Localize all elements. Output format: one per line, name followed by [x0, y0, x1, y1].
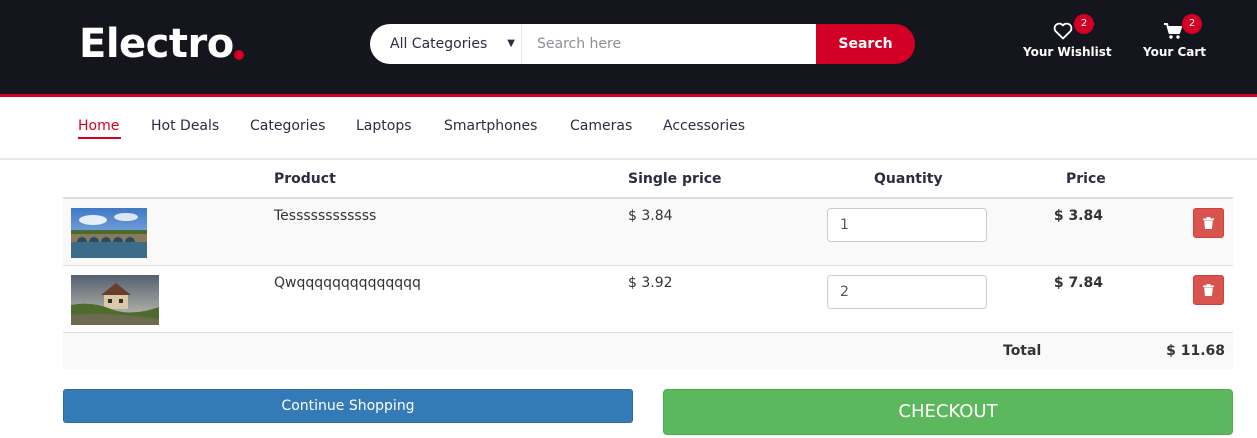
header-quantity: Quantity: [874, 171, 943, 187]
trash-icon: [1203, 284, 1214, 296]
nav-item-laptops[interactable]: Laptops: [356, 118, 412, 134]
category-select[interactable]: All Categories ▼: [370, 24, 522, 64]
nav-active-underline: [78, 137, 121, 139]
top-header: Electro All Categories ▼ Search 2 Your W…: [0, 0, 1257, 94]
nav-item-categories[interactable]: Categories: [250, 118, 325, 134]
category-select-value: All Categories: [390, 36, 488, 52]
logo-dot: [234, 50, 244, 60]
remove-item-button[interactable]: [1193, 208, 1224, 238]
search-bar: All Categories ▼ Search: [370, 24, 915, 64]
nav-item-home[interactable]: Home: [78, 118, 119, 134]
caret-down-icon: ▼: [507, 38, 515, 49]
line-price: $ 3.84: [1053, 208, 1103, 224]
wishlist-label: Your Wishlist: [1023, 45, 1112, 59]
header-product: Product: [274, 171, 336, 187]
header-price: Price: [1066, 171, 1106, 187]
nav-item-cameras[interactable]: Cameras: [570, 118, 632, 134]
product-thumbnail[interactable]: [71, 208, 147, 262]
total-value: $ 11.68: [1166, 343, 1225, 359]
product-name[interactable]: Qwqqqqqqqqqqqqqq: [274, 275, 421, 291]
nav-item-accessories[interactable]: Accessories: [663, 118, 745, 134]
nav-item-hot-deals[interactable]: Hot Deals: [151, 118, 219, 134]
product-name[interactable]: Tessssssssssss: [274, 208, 376, 224]
cart-label: Your Cart: [1143, 45, 1207, 59]
continue-shopping-button[interactable]: Continue Shopping: [63, 389, 633, 423]
header-single-price: Single price: [628, 171, 722, 187]
heart-icon: [1053, 22, 1073, 44]
wishlist-link[interactable]: 2 Your Wishlist: [1020, 14, 1112, 74]
trash-icon: [1203, 217, 1214, 229]
checkout-button[interactable]: CHECKOUT: [663, 389, 1233, 435]
quantity-input[interactable]: [827, 275, 987, 309]
search-button[interactable]: Search: [816, 24, 915, 64]
line-price: $ 7.84: [1053, 275, 1103, 291]
product-thumbnail[interactable]: [71, 275, 159, 329]
cart-icon: [1163, 22, 1183, 44]
cart-link[interactable]: 2 Your Cart: [1140, 14, 1210, 74]
total-label: Total: [1003, 343, 1042, 359]
total-row: Total $ 11.68: [63, 333, 1233, 369]
main-nav: Home Hot Deals Categories Laptops Smartp…: [0, 97, 1257, 160]
logo[interactable]: Electro: [79, 20, 234, 68]
remove-item-button[interactable]: [1193, 275, 1224, 305]
single-price: $ 3.92: [628, 275, 673, 291]
table-row: Qwqqqqqqqqqqqqqq $ 3.92 $ 7.84: [63, 266, 1233, 333]
single-price: $ 3.84: [628, 208, 673, 224]
quantity-input[interactable]: [827, 208, 987, 242]
table-row: Tessssssssssss $ 3.84 $ 3.84: [63, 199, 1233, 266]
nav-item-smartphones[interactable]: Smartphones: [444, 118, 537, 134]
search-input[interactable]: [522, 24, 816, 64]
wishlist-count-badge: 2: [1074, 14, 1094, 34]
cart-count-badge: 2: [1182, 14, 1202, 34]
